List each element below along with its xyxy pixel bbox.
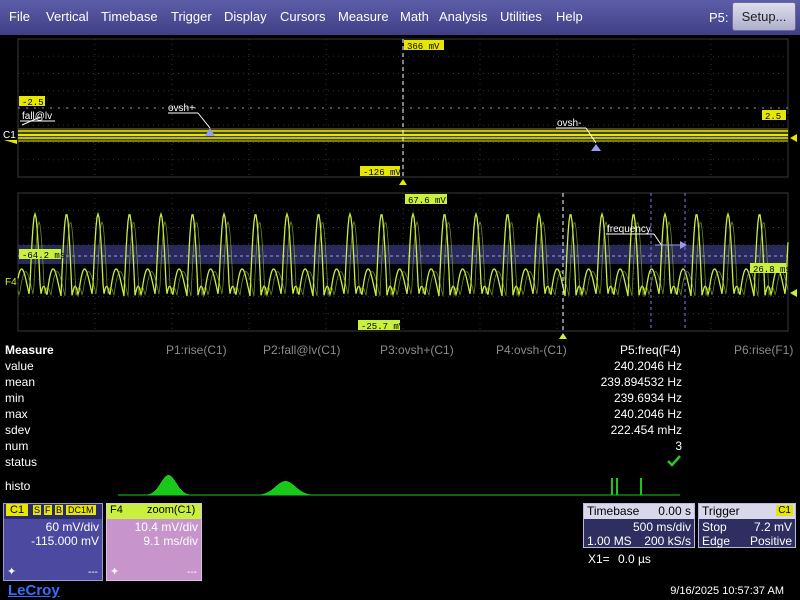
grid-2: frequency 67.6 mV -25.7 mV -64.2 ms 26.8… <box>5 192 797 339</box>
trigger-source: C1 <box>776 505 793 516</box>
p5-mean: 239.894532 Hz <box>600 375 682 389</box>
c1-flag-f: F <box>44 505 52 515</box>
c1-trigger-level-icon <box>790 134 797 142</box>
timebase-delay: 0.00 s <box>658 504 691 518</box>
channel-label-c1: C1 <box>3 130 16 141</box>
tag-ovsh-minus: ovsh- <box>557 118 581 129</box>
row-label-mean: mean <box>5 375 36 389</box>
f4-level-icon <box>790 289 797 297</box>
c1-flag-s: S <box>33 505 42 515</box>
trigger-level: 7.2 mV <box>753 520 792 534</box>
param-p6[interactable]: P6:rise(F1) <box>734 343 793 357</box>
trigger-descriptor[interactable]: Trigger C1 Stop 7.2 mV Edge Positive <box>698 503 796 548</box>
trigger-title: Trigger <box>702 504 740 518</box>
c1-descriptor[interactable]: C1 S F B DC1M 60 mV/div -115.000 mV ✦ --… <box>3 503 103 581</box>
trigger-type: Edge <box>702 534 731 548</box>
row-label-value: value <box>5 359 34 373</box>
p5-value: 240.2046 Hz <box>613 359 682 373</box>
time-right-value-1: 2.5 s <box>765 112 792 122</box>
c1-marker-icon: ✦ <box>7 566 17 578</box>
c1-scale: 60 mV/div <box>45 520 99 534</box>
trigger-position-icon <box>399 179 407 185</box>
p5-max: 240.2046 Hz <box>613 407 682 421</box>
timebase-descriptor[interactable]: Timebase 0.00 s 500 ms/div 1.00 MS 200 k… <box>583 503 695 548</box>
grid-1: 366 mV -126 mV -2.5 s 2.5 s fall@lv ovsh… <box>3 38 797 185</box>
time-left-value-1: -2.5 s <box>22 98 54 108</box>
f4-name: F4 <box>110 504 123 516</box>
x1-value: 0.0 µs <box>618 552 651 566</box>
level-bottom-value-1: -126 mV <box>363 168 401 178</box>
trigger-slope: Positive <box>749 534 792 548</box>
measure-table: Measure P1:rise(C1) P2:fall@lv(C1) P3:ov… <box>0 340 800 500</box>
waveform-display[interactable]: 366 mV -126 mV -2.5 s 2.5 s fall@lv ovsh… <box>0 0 800 340</box>
p5-min: 239.6934 Hz <box>613 391 682 405</box>
c1-foot: --- <box>88 567 98 578</box>
timebase-rate: 200 kS/s <box>644 534 691 548</box>
f4-descriptor[interactable]: F4 zoom(C1) 10.4 mV/div 9.1 ms/div ✦ --- <box>106 503 202 581</box>
param-p5[interactable]: P5:freq(F4) <box>620 343 681 357</box>
f4-time: 9.1 ms/div <box>143 534 198 548</box>
f4-marker-icon: ✦ <box>110 566 120 578</box>
f4-scale: 10.4 mV/div <box>134 520 198 534</box>
timebase-samples: 1.00 MS <box>587 534 632 548</box>
row-label-max: max <box>5 407 28 421</box>
p5-num: 3 <box>675 439 682 453</box>
trigger-mode: Stop <box>702 520 727 534</box>
row-label-num: num <box>5 439 29 453</box>
f4-function: zoom(C1) <box>147 504 196 516</box>
datetime: 9/16/2025 10:57:37 AM <box>670 585 784 597</box>
c1-offset: -115.000 mV <box>31 534 99 548</box>
tag-ovsh-plus: ovsh+ <box>168 103 195 114</box>
time-left-value-2: -64.2 ms <box>22 251 65 261</box>
param-p4[interactable]: P4:ovsh-(C1) <box>496 343 567 357</box>
row-label-sdev: sdev <box>5 423 31 437</box>
param-p1[interactable]: P1:rise(C1) <box>166 343 227 357</box>
channel-label-f4: F4 <box>5 277 17 288</box>
tag-fall: fall@lv <box>22 111 52 122</box>
brand-logo: LeCroy <box>8 582 60 599</box>
f4-foot: --- <box>187 567 197 578</box>
x1-label: X1= <box>588 552 610 566</box>
time-right-value-2: 26.8 ms <box>753 265 791 275</box>
param-p2[interactable]: P2:fall@lv(C1) <box>263 343 341 357</box>
zoom-position-icon <box>559 333 567 339</box>
c1-flag-b: B <box>55 505 64 515</box>
level-top-value-1: 366 mV <box>407 42 440 52</box>
level-top-value-2: 67.6 mV <box>408 196 446 206</box>
ovsh-minus-marker-icon <box>591 144 601 151</box>
level-bottom-value-2: -25.7 mV <box>361 322 405 332</box>
param-p3[interactable]: P3:ovsh+(C1) <box>380 343 454 357</box>
measure-title: Measure <box>5 343 54 357</box>
p5-sdev: 222.454 mHz <box>610 423 682 437</box>
timebase-title: Timebase <box>587 504 640 518</box>
timebase-tdiv: 500 ms/div <box>632 520 691 534</box>
row-label-min: min <box>5 391 25 405</box>
tag-frequency: frequency <box>607 224 651 235</box>
c1-flag-coupling: DC1M <box>66 505 96 515</box>
c1-name: C1 <box>6 504 29 516</box>
histogram-row <box>118 475 680 496</box>
